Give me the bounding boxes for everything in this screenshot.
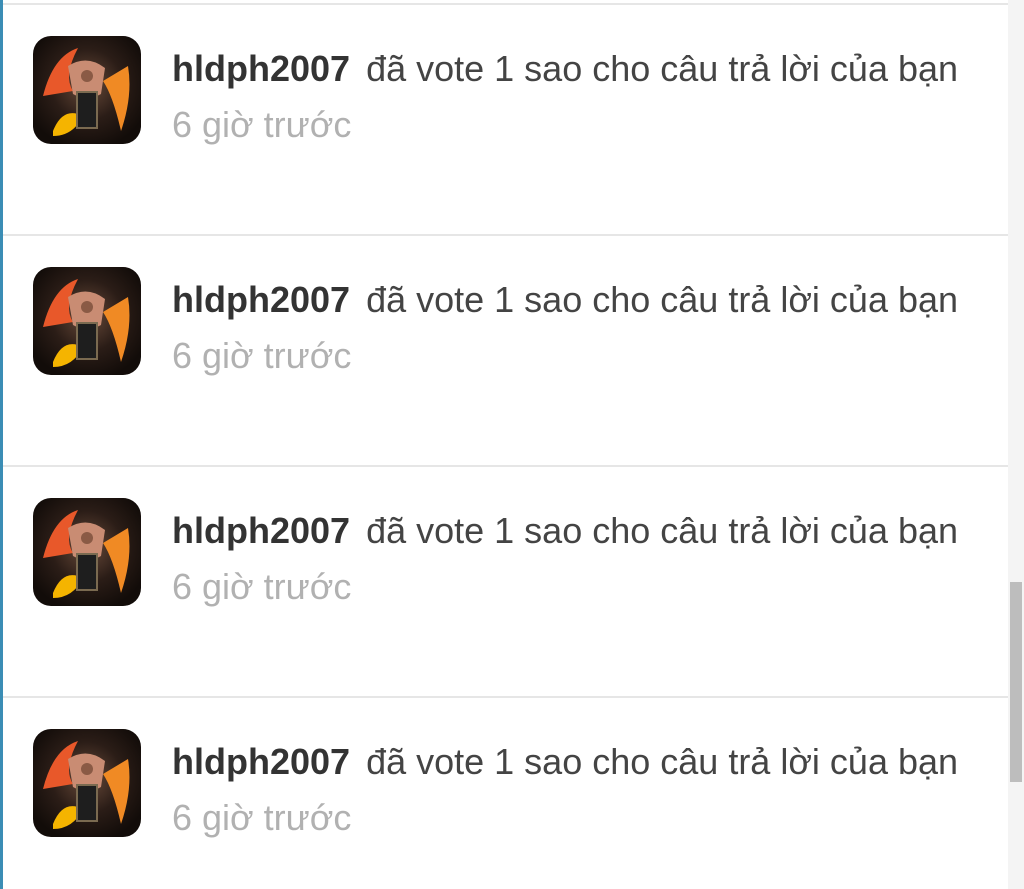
notification-item[interactable]: hldph2007 đã vote 1 sao cho câu trả lời c…: [3, 5, 1008, 236]
notification-item[interactable]: hldph2007 đã vote 1 sao cho câu trả lời c…: [3, 236, 1008, 467]
notification-time: 6 giờ trước: [172, 797, 352, 838]
fire-warrior-avatar-icon: [33, 498, 141, 606]
fire-warrior-avatar-icon: [33, 267, 141, 375]
notification-message: đã vote 1 sao cho câu trả lời của bạn: [366, 279, 959, 320]
notification-username[interactable]: hldph2007: [172, 48, 350, 89]
notification-text: hldph2007 đã vote 1 sao cho câu trả lời c…: [172, 41, 992, 153]
user-avatar[interactable]: [33, 498, 141, 606]
fire-warrior-avatar-icon: [33, 36, 141, 144]
notification-message: đã vote 1 sao cho câu trả lời của bạn: [366, 48, 959, 89]
notification-username[interactable]: hldph2007: [172, 510, 350, 551]
user-avatar[interactable]: [33, 729, 141, 837]
notification-message: đã vote 1 sao cho câu trả lời của bạn: [366, 741, 959, 782]
notification-panel: hldph2007 đã vote 1 sao cho câu trả lời c…: [0, 0, 1024, 889]
notification-message: đã vote 1 sao cho câu trả lời của bạn: [366, 510, 959, 551]
notification-time: 6 giờ trước: [172, 335, 352, 376]
notification-text: hldph2007 đã vote 1 sao cho câu trả lời c…: [172, 272, 992, 384]
notification-list: hldph2007 đã vote 1 sao cho câu trả lời c…: [3, 3, 1008, 889]
notification-text: hldph2007 đã vote 1 sao cho câu trả lời c…: [172, 503, 992, 615]
notification-text: hldph2007 đã vote 1 sao cho câu trả lời c…: [172, 734, 992, 846]
user-avatar[interactable]: [33, 267, 141, 375]
notification-item[interactable]: hldph2007 đã vote 1 sao cho câu trả lời c…: [3, 698, 1008, 889]
notification-username[interactable]: hldph2007: [172, 741, 350, 782]
scrollbar-thumb[interactable]: [1010, 582, 1022, 782]
notification-time: 6 giờ trước: [172, 104, 352, 145]
fire-warrior-avatar-icon: [33, 729, 141, 837]
notification-item[interactable]: hldph2007 đã vote 1 sao cho câu trả lời c…: [3, 467, 1008, 698]
user-avatar[interactable]: [33, 36, 141, 144]
notification-time: 6 giờ trước: [172, 566, 352, 607]
notification-username[interactable]: hldph2007: [172, 279, 350, 320]
scrollbar[interactable]: [1008, 0, 1024, 889]
